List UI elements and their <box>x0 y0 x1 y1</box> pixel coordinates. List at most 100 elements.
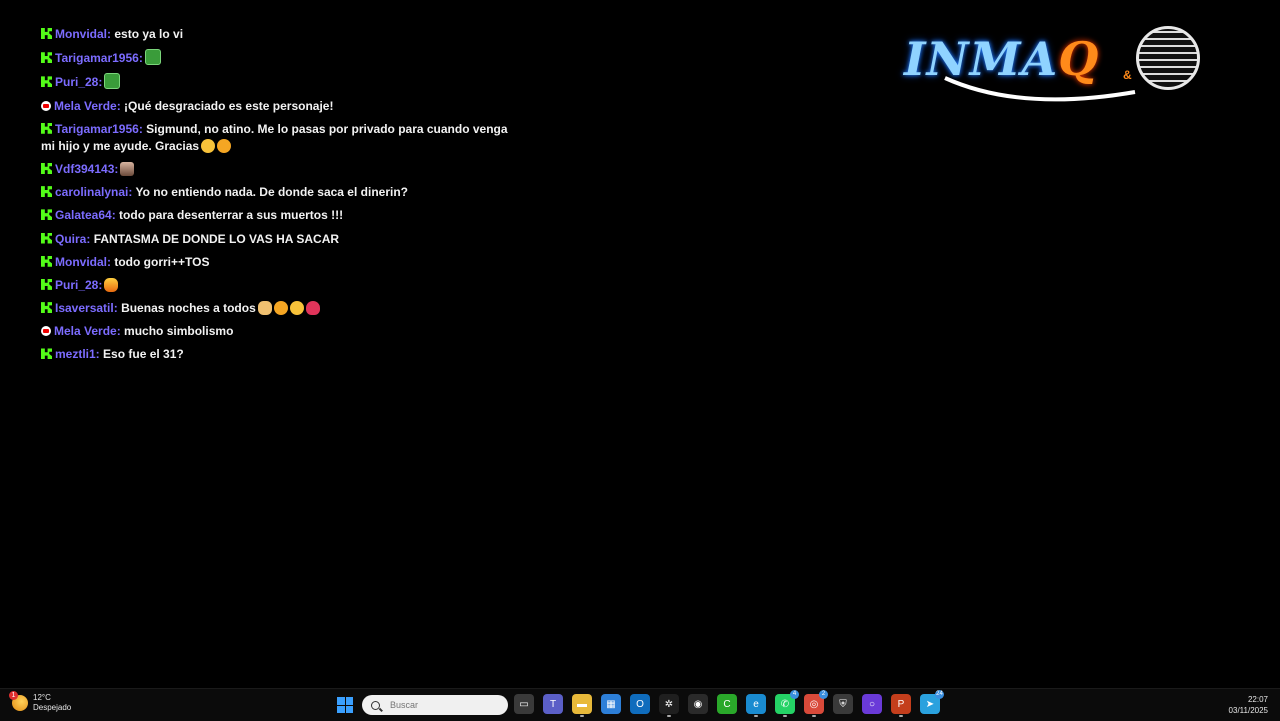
chat-message: Galatea64: todo para desenterrar a sus m… <box>41 207 511 224</box>
app-glyph: ✲ <box>664 698 674 710</box>
chat-message: Puri_28: <box>41 277 511 294</box>
shield-app-icon[interactable]: ⛨ <box>833 694 853 714</box>
app-glyph: ▬ <box>577 698 587 710</box>
hand-emoji-icon <box>257 301 272 316</box>
notification-badge: 2 <box>819 690 828 699</box>
kick-icon <box>41 278 52 290</box>
app-glyph: T <box>549 698 557 710</box>
system-clock[interactable]: 22:07 03/11/2025 <box>1229 694 1268 716</box>
face-emoji-icon <box>201 138 216 153</box>
edge-icon[interactable]: e <box>746 694 766 717</box>
app-glyph: ▭ <box>519 698 529 710</box>
folder-icon[interactable]: ▬ <box>572 694 592 717</box>
chat-message: Tarigamar1956: <box>41 49 511 67</box>
app-glyph: O <box>636 698 644 710</box>
chat-overlay: Monvidal: esto ya lo vi Tarigamar1956: Pur… <box>41 26 511 374</box>
weather-temp: 12°C <box>33 693 51 702</box>
search-icon <box>371 700 380 710</box>
chat-username: Galatea64: <box>55 208 116 223</box>
sticker-emoji-icon <box>144 49 161 66</box>
powerpoint-icon[interactable]: P <box>891 694 911 717</box>
circle-app-icon[interactable]: ○ <box>862 694 882 714</box>
logo-swoosh-icon <box>944 76 1136 102</box>
telegram-icon[interactable]: ➤ 24 <box>920 690 944 714</box>
kiss-emoji-icon <box>217 138 232 153</box>
chat-username: Tarigamar1956: <box>55 51 143 66</box>
teams-icon[interactable]: T <box>543 694 563 714</box>
running-indicator <box>754 715 758 717</box>
face-emoji-icon <box>289 301 304 316</box>
running-indicator <box>899 715 903 717</box>
kiss-emoji-icon <box>273 301 288 316</box>
weather-moon-icon: 1 <box>9 691 28 711</box>
chat-text: Buenas noches a todos <box>121 301 256 316</box>
running-indicator <box>667 715 671 717</box>
app-glyph: ✆ <box>780 698 790 710</box>
chat-message: meztli1: Eso fue el 31? <box>41 346 511 363</box>
camtasia-icon[interactable]: C <box>717 694 737 714</box>
chat-message: Monvidal: esto ya lo vi <box>41 26 511 43</box>
chat-username: Tarigamar1956: <box>55 121 143 136</box>
chat-message: Tarigamar1956: Sigmund, no atino. Me lo … <box>41 121 511 155</box>
youtube-icon <box>41 100 51 111</box>
store-icon[interactable]: ▦ <box>601 694 621 714</box>
seal-icon <box>1136 26 1200 90</box>
running-indicator <box>580 715 584 717</box>
chat-username: Mela Verde: <box>54 98 121 113</box>
app-glyph: ○ <box>868 698 876 710</box>
task-view-icon[interactable]: ▭ <box>514 694 534 714</box>
taskbar-search[interactable] <box>362 695 508 715</box>
outlook-icon[interactable]: O <box>630 694 650 714</box>
chat-text: Yo no entiendo nada. De donde saca el di… <box>135 185 408 200</box>
chat-message: carolinalynai: Yo no entiendo nada. De d… <box>41 184 511 201</box>
heart-emoji-icon <box>305 301 320 316</box>
youtube-icon <box>41 326 51 337</box>
chat-message: Vdf394143: <box>41 161 511 178</box>
windows-logo-icon <box>337 697 345 705</box>
app-glyph: ⛨ <box>839 698 847 710</box>
app-glyph: ▦ <box>606 698 616 710</box>
kick-icon <box>41 302 52 314</box>
kick-icon <box>41 209 52 221</box>
chat-username: Vdf394143: <box>55 161 119 176</box>
kick-icon <box>41 162 52 174</box>
app-glyph: P <box>897 698 905 710</box>
pinned-apps: ▭ T ▬ ▦ O ✲ ◉ Ce ✆ 4 ◎ 2 ⛨ ○ P ➤ 24 <box>514 690 944 717</box>
chat-text: ¡Qué desgraciado es este personaje! <box>124 98 334 113</box>
chat-message: Puri_28: <box>41 73 511 91</box>
fire-emoji-icon <box>104 277 119 292</box>
app-glyph: ➤ <box>925 698 935 710</box>
app-glyph: ◉ <box>693 698 703 710</box>
chat-username: meztli1: <box>55 347 100 362</box>
chat-username: Isaversatil: <box>55 301 118 316</box>
kick-icon <box>41 52 52 64</box>
notification-badge: 4 <box>790 690 799 699</box>
running-indicator <box>812 715 816 717</box>
weather-widget[interactable]: 1 12°C Despejado <box>9 691 71 713</box>
whatsapp-icon[interactable]: ✆ 4 <box>775 690 799 717</box>
obs-icon[interactable]: ◉ <box>688 694 708 714</box>
chrome-icon[interactable]: ◎ 2 <box>804 690 828 717</box>
kick-icon <box>41 232 52 244</box>
chat-username: Puri_28: <box>55 277 103 292</box>
chat-username: carolinalynai: <box>55 185 133 200</box>
openai-icon[interactable]: ✲ <box>659 694 679 717</box>
chat-text: mucho simbolismo <box>124 324 234 339</box>
chat-message: Mela Verde: ¡Qué desgraciado es este per… <box>41 98 511 115</box>
running-indicator <box>783 715 787 717</box>
kick-icon <box>41 348 52 360</box>
channel-logo: INMAQ & <box>900 24 1210 106</box>
sticker-emoji-icon <box>104 73 121 90</box>
kick-icon <box>41 186 52 198</box>
chat-text: todo para desenterrar a sus muertos !!! <box>119 208 344 223</box>
chat-username: Monvidal: <box>55 254 111 269</box>
kick-icon <box>41 122 52 134</box>
weather-badge: 1 <box>9 691 18 700</box>
chat-username: Monvidal: <box>55 27 111 41</box>
chat-username: Mela Verde: <box>54 324 121 339</box>
start-button[interactable] <box>337 697 353 713</box>
chat-text: todo gorri++TOS <box>114 254 210 269</box>
clock-time: 22:07 <box>1247 695 1268 704</box>
chat-text: Eso fue el 31? <box>103 347 184 362</box>
search-input[interactable] <box>388 699 502 711</box>
